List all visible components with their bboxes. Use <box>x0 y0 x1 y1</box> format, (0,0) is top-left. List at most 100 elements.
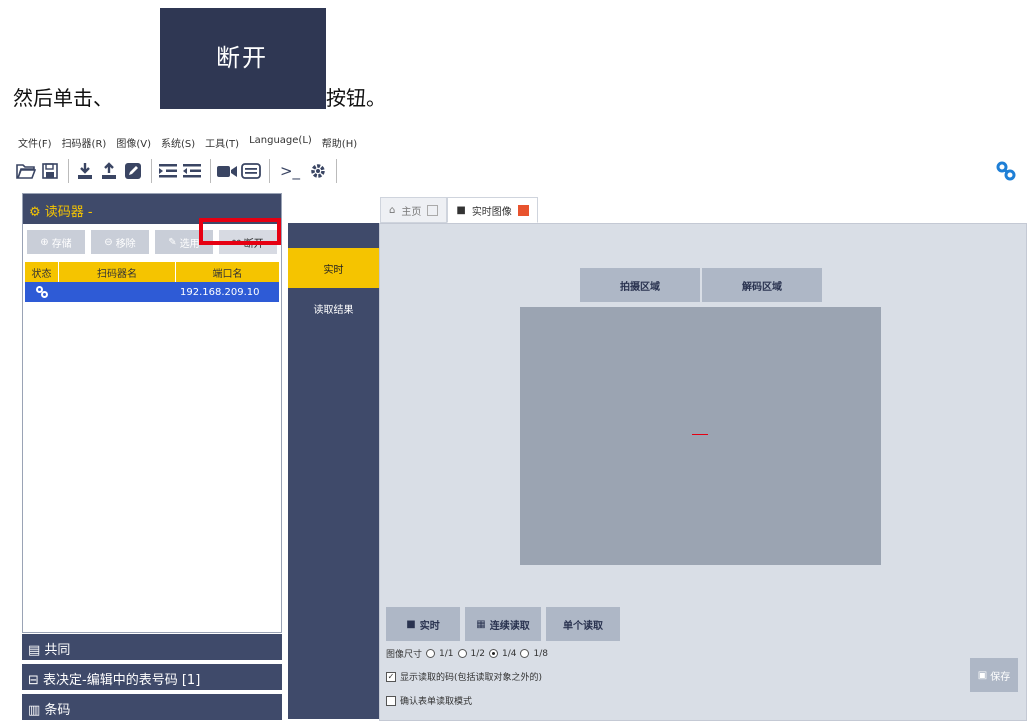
store-button[interactable]: ⊕ 存储 <box>27 230 85 254</box>
nav-results[interactable]: 读取结果 <box>288 288 379 328</box>
toolbar-divider <box>269 159 270 183</box>
show-code-row: ✓ 显示读取的码(包括读取对象之外的) <box>386 670 542 683</box>
nav-live[interactable]: 实时 <box>288 248 379 288</box>
camera-icon: ■ <box>406 618 416 630</box>
accordion-common[interactable]: ▤ 共同 <box>22 634 282 660</box>
accordion-table-label: 表决定-编辑中的表号码 [1] <box>43 673 201 688</box>
tab-bar: ⌂ 主页 ■ 实时图像 <box>380 197 538 223</box>
live-button[interactable]: ■ 实时 <box>386 607 460 641</box>
remove-button[interactable]: ⊖ 移除 <box>91 230 149 254</box>
close-icon[interactable] <box>427 204 439 216</box>
image-preview[interactable] <box>520 307 881 565</box>
pencil-icon: ✎ <box>168 236 177 248</box>
list-icon[interactable] <box>240 160 262 182</box>
indent-icon[interactable] <box>157 160 179 182</box>
tab-live-image[interactable]: ■ 实时图像 <box>447 197 538 223</box>
instruction-text: 然后单击、 <box>13 86 113 110</box>
capture-area-tab[interactable]: 拍摄区域 <box>580 268 700 302</box>
reader-panel-title: 读码器 - <box>44 205 93 220</box>
link-icon[interactable] <box>995 160 1017 182</box>
image-size-row: 图像尺寸 1/1 1/2 1/4 1/8 <box>386 647 548 661</box>
accordion-common-label: 共同 <box>44 643 71 658</box>
table-icon: ⊟ <box>28 673 44 688</box>
list-icon: ▤ <box>28 643 45 658</box>
menu-tools[interactable]: 工具(T) <box>205 135 239 150</box>
column-reader-name: 扫码器名 <box>59 262 176 282</box>
toolbar: >_ <box>15 156 342 186</box>
reader-panel: ⚙ 读码器 - ⊕ 存储 ⊖ 移除 ✎ 选用 ⚯ 断开 状态 扫码器名 端口名 192.… <box>22 193 282 633</box>
confirm-mode-checkbox[interactable] <box>386 695 396 706</box>
capture-actions: ■ 实时 ▦ 连续读取 单个读取 <box>386 607 620 641</box>
radio-1-2-label: 1/2 <box>470 648 485 659</box>
close-icon[interactable] <box>517 204 529 216</box>
tab-home[interactable]: ⌂ 主页 <box>380 197 448 223</box>
toolbar-divider <box>210 159 211 183</box>
radio-1-4[interactable] <box>488 649 498 658</box>
decode-area-tab[interactable]: 解码区域 <box>702 268 822 302</box>
menu-language[interactable]: Language(L) <box>249 135 312 150</box>
plus-icon: ⊕ <box>40 236 49 248</box>
store-button-label: 存储 <box>51 238 72 250</box>
accordion-barcode[interactable]: ▥ 条码 <box>22 694 282 720</box>
radio-1-1[interactable] <box>426 649 436 658</box>
save-button[interactable]: ▣ 保存 <box>970 658 1018 692</box>
menu-system[interactable]: 系统(S) <box>161 135 195 150</box>
save-icon: ▣ <box>977 669 988 681</box>
live-button-label: 实时 <box>419 620 440 632</box>
single-read-label: 单个读取 <box>563 620 603 632</box>
radio-1-1-label: 1/1 <box>439 648 454 659</box>
view-nav-spacer <box>288 223 379 248</box>
crosshair-marker <box>692 434 708 435</box>
column-port: 端口名 <box>212 268 243 280</box>
barcode-icon: ▥ <box>28 703 45 718</box>
tab-home-label: 主页 <box>401 206 422 218</box>
menu-file[interactable]: 文件(F) <box>18 135 52 150</box>
link-icon <box>25 282 59 302</box>
reader-table-header: 状态 扫码器名 端口名 <box>25 262 279 282</box>
edit-icon[interactable] <box>122 160 144 182</box>
disconnect-button-illustration: 断开 <box>160 8 326 109</box>
view-nav-panel: 实时 读取结果 <box>288 223 379 719</box>
radio-1-8[interactable] <box>520 649 530 658</box>
save-icon[interactable] <box>39 160 61 182</box>
row-port: 192.168.209.10 <box>180 286 260 298</box>
accordion-table[interactable]: ⊟ 表决定-编辑中的表号码 [1] <box>22 664 282 690</box>
show-code-label: 显示读取的码(包括读取对象之外的) <box>400 673 543 683</box>
accordion-barcode-label: 条码 <box>44 703 71 718</box>
toolbar-divider <box>68 159 69 183</box>
remove-button-label: 移除 <box>115 238 136 250</box>
row-reader-name <box>59 282 176 302</box>
radio-1-2[interactable] <box>457 649 467 658</box>
radio-1-4-label: 1/4 <box>501 648 517 659</box>
tab-live-image-label: 实时图像 <box>471 206 512 218</box>
folder-open-icon[interactable] <box>15 160 37 182</box>
save-button-label: 保存 <box>990 671 1011 683</box>
home-icon: ⌂ <box>389 204 396 216</box>
continuous-read-label: 连续读取 <box>489 620 530 632</box>
table-row[interactable]: 192.168.209.10 <box>25 282 279 302</box>
camera-icon[interactable] <box>216 160 238 182</box>
single-read-button[interactable]: 单个读取 <box>546 607 620 641</box>
camera-icon: ■ <box>456 204 466 216</box>
instruction-suffix: 按钮。 <box>326 86 386 110</box>
outdent-icon[interactable] <box>181 160 203 182</box>
column-status: 状态 <box>25 262 59 282</box>
menu-image[interactable]: 图像(V) <box>116 135 151 150</box>
download-icon[interactable] <box>74 160 96 182</box>
select-button-label: 选用 <box>179 238 200 250</box>
menu-help[interactable]: 帮助(H) <box>322 135 357 150</box>
menu-bar: 文件(F) 扫码器(R) 图像(V) 系统(S) 工具(T) Language(… <box>18 135 357 150</box>
area-tabs: 拍摄区域 解码区域 <box>580 268 822 302</box>
upload-icon[interactable] <box>98 160 120 182</box>
image-size-label: 图像尺寸 <box>386 650 423 660</box>
confirm-mode-label: 确认表单读取模式 <box>400 697 473 707</box>
toolbar-divider <box>151 159 152 183</box>
gear-icon[interactable] <box>307 160 329 182</box>
highlight-box <box>199 218 281 245</box>
confirm-mode-row: 确认表单读取模式 <box>386 694 472 707</box>
continuous-read-button[interactable]: ▦ 连续读取 <box>465 607 541 641</box>
menu-reader[interactable]: 扫码器(R) <box>62 135 107 150</box>
grid-icon: ▦ <box>476 618 486 630</box>
show-code-checkbox[interactable]: ✓ <box>386 671 396 682</box>
terminal-icon[interactable]: >_ <box>275 160 305 182</box>
